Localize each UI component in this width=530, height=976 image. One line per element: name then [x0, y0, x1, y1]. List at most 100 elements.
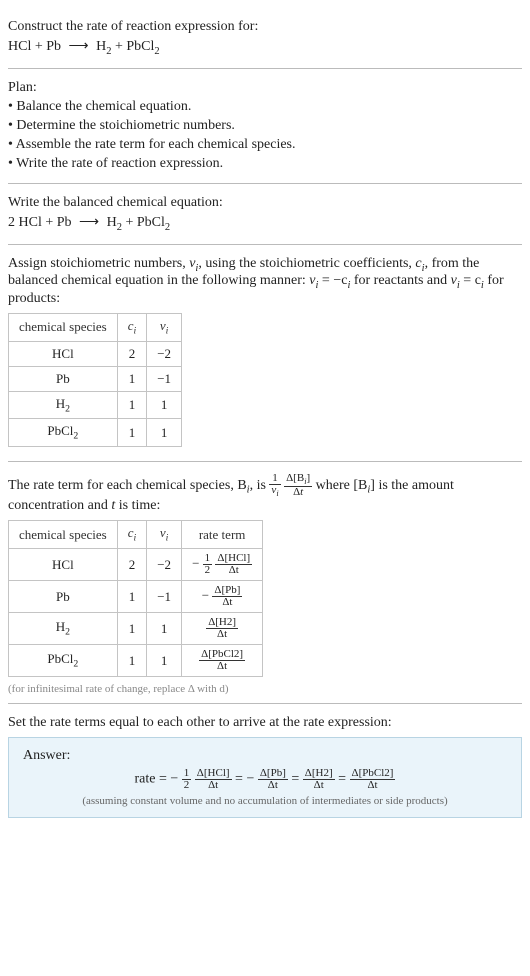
table-row: PbCl2 1 1 Δ[PbCl2]Δt [9, 645, 263, 677]
text: PbCl [47, 651, 73, 666]
rate-frac: Δ[PbCl2]Δt [199, 649, 245, 672]
plan-item: • Write the rate of reaction expression. [8, 156, 522, 172]
nu-cell: 1 [147, 391, 182, 419]
plan-item: • Determine the stoichiometric numbers. [8, 118, 522, 134]
text: ] [306, 472, 310, 484]
prompt-rhs-pbcl: + PbCl [111, 39, 154, 54]
prompt-section: Construct the rate of reaction expressio… [8, 8, 522, 69]
table-row: Pb 1 −1 − Δ[Pb]Δt [9, 581, 263, 613]
text: Δt [229, 564, 239, 576]
equals: = [235, 772, 246, 787]
prompt-lhs: HCl + Pb [8, 39, 61, 54]
frac-den: Δt [199, 661, 245, 672]
frac-one-over-nu: 1 νi [269, 473, 280, 498]
answer-box: Answer: rate = − 12 Δ[HCl]Δt = − Δ[Pb]Δt… [8, 737, 522, 818]
table-row: PbCl2 1 1 [9, 419, 182, 447]
table-row: H2 1 1 [9, 391, 182, 419]
balanced-rhs-h: H [107, 215, 117, 230]
species-cell: HCl [9, 341, 118, 366]
arrow-icon: ⟶ [65, 38, 93, 55]
equals: = [338, 772, 349, 787]
balanced-rhs-pbcl: + PbCl [122, 215, 165, 230]
c-cell: 1 [117, 366, 147, 391]
term-frac: Δ[PbCl2]Δt [350, 768, 396, 791]
species-cell: Pb [9, 581, 118, 613]
c-cell: 2 [117, 549, 147, 581]
sub-2: 2 [65, 403, 70, 414]
text: where [B [316, 478, 368, 493]
species-cell: H2 [9, 613, 118, 645]
balanced-equation: 2 HCl + Pb ⟶ H2 + PbCl2 [8, 214, 522, 233]
text: PbCl [47, 423, 73, 438]
rate-cell: Δ[H2]Δt [182, 613, 263, 645]
neg-sign: − [170, 772, 178, 787]
frac-den: Δt [350, 780, 396, 791]
rate-expression: rate = − 12 Δ[HCl]Δt = − Δ[Pb]Δt = Δ[H2]… [23, 768, 507, 791]
text: , is [250, 478, 266, 493]
c-cell: 1 [117, 391, 147, 419]
rate-label: rate = [135, 772, 171, 787]
text: H [56, 619, 65, 634]
c-cell: 1 [117, 645, 147, 677]
final-section: Set the rate terms equal to each other t… [8, 704, 522, 826]
col-c: ci [117, 314, 147, 342]
nu-cell: 1 [147, 645, 182, 677]
col-rate: rate term [182, 521, 263, 549]
frac-den: Δt [195, 780, 232, 791]
neg-sign: − [202, 587, 209, 602]
frac-den: 2 [203, 565, 213, 576]
prompt-rhs-h: H [96, 39, 106, 54]
rate-cell: − 12 Δ[HCl]Δt [182, 549, 263, 581]
c-cell: 1 [117, 581, 147, 613]
sub-i: i [166, 326, 169, 337]
frac-den: 2 [182, 780, 192, 791]
plan-item: • Assemble the rate term for each chemic… [8, 137, 522, 153]
rate-cell: − Δ[Pb]Δt [182, 581, 263, 613]
rate-frac: Δ[H2]Δt [206, 617, 238, 640]
frac-den: Δt [215, 565, 252, 576]
rate-cell: Δ[PbCl2]Δt [182, 645, 263, 677]
arrow-icon: ⟶ [75, 214, 103, 231]
nu-cell: 1 [147, 613, 182, 645]
prompt-equation: HCl + Pb ⟶ H2 + PbCl2 [8, 38, 522, 57]
stoich-table: chemical species ci νi HCl 2 −2 Pb 1 −1 … [8, 313, 182, 447]
rate-text: The rate term for each chemical species,… [8, 473, 522, 514]
col-nu: νi [147, 521, 182, 549]
neg-sign: − [192, 555, 199, 570]
text: H [56, 396, 65, 411]
table-row: HCl 2 −2 − 12 Δ[HCl]Δt [9, 549, 263, 581]
stoich-text: Assign stoichiometric numbers, νi, using… [8, 256, 522, 308]
table-header-row: chemical species ci νi [9, 314, 182, 342]
frac-num: Δ[Bi] [284, 473, 312, 487]
frac-den: Δt [212, 597, 242, 608]
plan-item: • Balance the chemical equation. [8, 99, 522, 115]
col-c: ci [117, 521, 147, 549]
nu-cell: −1 [147, 581, 182, 613]
text: Assign stoichiometric numbers, [8, 256, 189, 271]
answer-label: Answer: [23, 748, 507, 764]
prompt-heading: Construct the rate of reaction expressio… [8, 19, 522, 35]
col-species: chemical species [9, 314, 118, 342]
species-cell: PbCl2 [9, 419, 118, 447]
text: = −c [318, 273, 347, 288]
table-row: HCl 2 −2 [9, 341, 182, 366]
half-frac: 12 [182, 768, 192, 791]
term-frac: Δ[H2]Δt [303, 768, 335, 791]
sub-i: i [276, 489, 278, 498]
t-symbol: t [300, 486, 303, 498]
infinitesimal-note: (for infinitesimal rate of change, repla… [8, 683, 522, 695]
text: Δ[B [286, 472, 304, 484]
species-cell: Pb [9, 366, 118, 391]
species-cell: HCl [9, 549, 118, 581]
species-cell: H2 [9, 391, 118, 419]
c-cell: 2 [117, 341, 147, 366]
col-nu: νi [147, 314, 182, 342]
equals: = [291, 772, 302, 787]
text: for reactants and [350, 273, 450, 288]
final-heading: Set the rate terms equal to each other t… [8, 715, 522, 731]
rate-frac: Δ[Pb]Δt [212, 585, 242, 608]
plan-section: Plan: • Balance the chemical equation. •… [8, 69, 522, 184]
text: The rate term for each chemical species,… [8, 478, 247, 493]
frac-den: Δt [206, 629, 238, 640]
text: = c [460, 273, 481, 288]
